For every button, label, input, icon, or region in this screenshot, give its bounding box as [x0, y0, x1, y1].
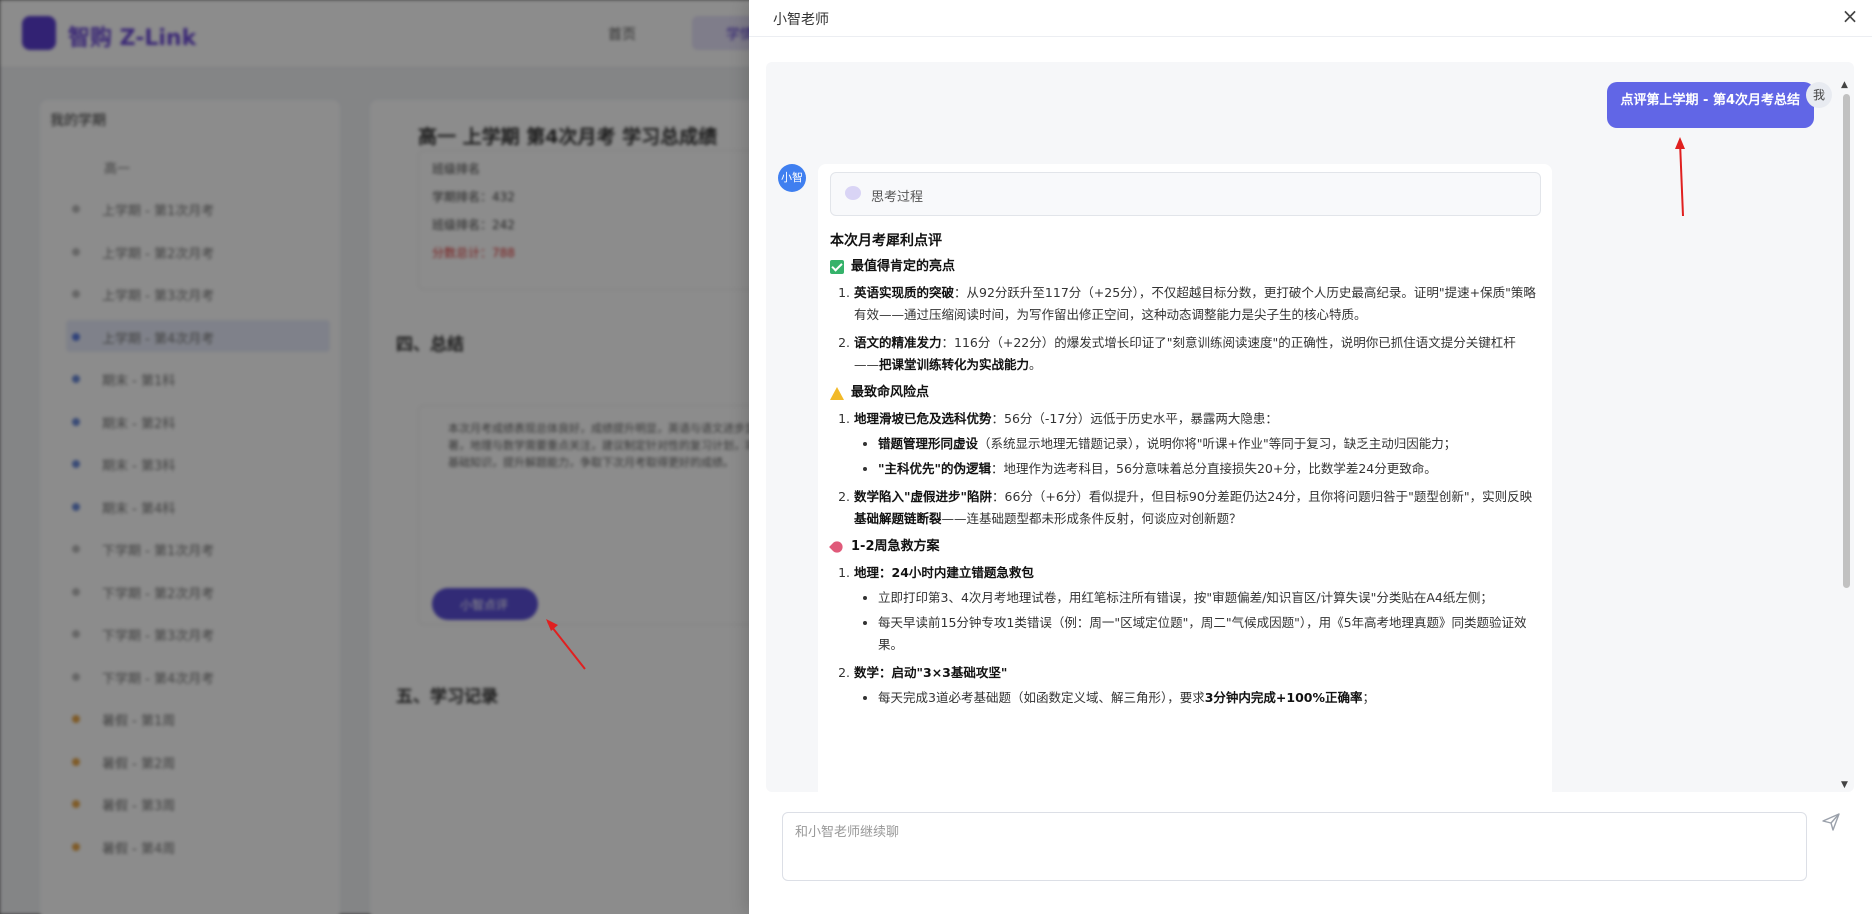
item-text: ：地理作为选考科目，56分意味着总分直接损失20+分，比数学差24分更致命。: [991, 461, 1437, 476]
list-item: 英语实现质的突破：从92分跃升至117分（+25分），不仅超越目标分数，更打破个…: [854, 282, 1540, 326]
send-icon[interactable]: [1821, 812, 1841, 832]
drawer-title: 小智老师: [773, 12, 829, 28]
item-text: 。: [1029, 357, 1042, 372]
section-risks-title: 最致命风险点: [851, 385, 930, 400]
section-rescue-plan: 1-2周急救方案: [829, 536, 1540, 558]
check-mark-icon: [830, 260, 844, 274]
rocket-icon: [829, 539, 845, 555]
sub-list-item: "主科优先"的伪逻辑：地理作为选考科目，56分意味着总分直接损失20+分，比数学…: [878, 458, 1540, 480]
highlights-list: 英语实现质的突破：从92分跃升至117分（+25分），不仅超越目标分数，更打破个…: [830, 282, 1540, 376]
item-text: （系统显示地理无错题记录），说明你将"听课+作业"等同于复习，缺乏主动归因能力；: [978, 436, 1457, 451]
thinking-process-toggle[interactable]: 思考过程: [830, 172, 1541, 216]
list-item: 语文的精准发力：116分（+22分）的爆发式增长印证了"刻意训练阅读速度"的正确…: [854, 332, 1540, 376]
ai-message-content: 本次月考犀利点评 最值得肯定的亮点 英语实现质的突破：从92分跃升至117分（+…: [829, 230, 1540, 709]
item-text: 每天完成3道必考基础题（如函数定义域、解三角形），要求: [878, 690, 1205, 705]
user-message-text: 点评第上学期 - 第4次月考总结: [1620, 93, 1801, 108]
review-heading: 本次月考犀利点评: [830, 233, 942, 249]
section-highlights: 最值得肯定的亮点: [830, 256, 1540, 278]
risks-list: 地理滑坡已危及选科优势：56分（-17分）远低于历史水平，暴露两大隐患： 错题管…: [830, 408, 1540, 530]
sub-list-item: 立即打印第3、4次月考地理试卷，用红笔标注所有错误，按"审题偏差/知识盲区/计算…: [878, 587, 1540, 609]
item-text: ：56分（-17分）远低于历史水平，暴露两大隐患：: [991, 411, 1278, 426]
thinking-process-label: 思考过程: [871, 190, 924, 205]
user-avatar: 我: [1806, 82, 1832, 108]
item-bold: 数学陷入"虚假进步"陷阱: [854, 489, 993, 504]
item-text: ——连基础题型都未形成条件反射，何谈应对创新题？: [941, 511, 1242, 526]
chat-input[interactable]: [783, 813, 1806, 880]
ai-message-card: 思考过程 本次月考犀利点评 最值得肯定的亮点 英语实现质的突破：从92分跃升至1…: [818, 164, 1552, 792]
scroll-up-arrow-icon[interactable]: ▲: [1841, 80, 1848, 90]
sub-list-item: 错题管理形同虚设（系统显示地理无错题记录），说明你将"听课+作业"等同于复习，缺…: [878, 433, 1540, 455]
sub-list-item: 每天早读前15分钟专攻1类错误（例：周一"区域定位题"，周二"气候成因题"），用…: [878, 612, 1540, 656]
close-icon[interactable]: ×: [1838, 4, 1862, 28]
rescue-list: 地理：24小时内建立错题急救包 立即打印第3、4次月考地理试卷，用红笔标注所有错…: [830, 562, 1540, 709]
item-text: ：从92分跃升至117分（+25分），不仅超越目标分数，更打破个人历史最高纪录。…: [854, 285, 1536, 322]
item-bold: 英语实现质的突破: [854, 285, 955, 300]
item-bold: 把课堂训练转化为实战能力: [879, 357, 1030, 372]
chat-scrollbar[interactable]: ▲ ▼: [1838, 80, 1854, 790]
item-bold: "主科优先"的伪逻辑: [878, 461, 992, 476]
list-item: 数学：启动"3×3基础攻坚" 每天完成3道必考基础题（如函数定义域、解三角形），…: [854, 662, 1540, 709]
list-item: 数学陷入"虚假进步"陷阱：66分（+6分）看似提升，但目标90分差距仍达24分，…: [854, 486, 1540, 530]
warning-icon: [830, 386, 844, 400]
sub-list-item: 每天完成3道必考基础题（如函数定义域、解三角形），要求3分钟内完成+100%正确…: [878, 687, 1540, 709]
item-bold: 数学：启动"3×3基础攻坚": [854, 665, 1008, 680]
chat-message-area[interactable]: 点评第上学期 - 第4次月考总结 我 小智 思考过程 本次月考犀利点评 最值得肯…: [766, 62, 1854, 792]
section-rescue-title: 1-2周急救方案: [851, 539, 940, 554]
item-bold: 语文的精准发力: [854, 335, 942, 350]
sub-list: 立即打印第3、4次月考地理试卷，用红笔标注所有错误，按"审题偏差/知识盲区/计算…: [854, 587, 1540, 656]
item-bold: 地理滑坡已危及选科优势: [854, 411, 992, 426]
item-bold: 基础解题链断裂: [854, 511, 942, 526]
sub-list: 每天完成3道必考基础题（如函数定义域、解三角形），要求3分钟内完成+100%正确…: [854, 687, 1540, 709]
user-message-bubble: 点评第上学期 - 第4次月考总结: [1606, 82, 1814, 128]
item-text: ；: [1362, 690, 1376, 705]
scrollbar-thumb[interactable]: [1843, 94, 1850, 588]
chat-drawer: 小智老师 × 点评第上学期 - 第4次月考总结 我 小智 思考过程 本次月考犀利…: [749, 0, 1872, 914]
item-bold: 地理：24小时内建立错题急救包: [854, 565, 1034, 580]
drawer-header: 小智老师 ×: [749, 0, 1872, 37]
thought-bubble-icon: [845, 186, 861, 200]
scroll-down-arrow-icon[interactable]: ▼: [1841, 780, 1848, 790]
item-bold: 错题管理形同虚设: [878, 436, 979, 451]
section-risks: 最致命风险点: [830, 382, 1540, 404]
item-bold: 3分钟内完成+100%正确率: [1204, 690, 1363, 705]
list-item: 地理滑坡已危及选科优势：56分（-17分）远低于历史水平，暴露两大隐患： 错题管…: [854, 408, 1540, 480]
ai-avatar: 小智: [778, 164, 806, 192]
item-text: ：66分（+6分）看似提升，但目标90分差距仍达24分，且你将问题归咎于"题型创…: [992, 489, 1533, 504]
chat-input-box: [782, 812, 1807, 881]
list-item: 地理：24小时内建立错题急救包 立即打印第3、4次月考地理试卷，用红笔标注所有错…: [854, 562, 1540, 656]
sub-list: 错题管理形同虚设（系统显示地理无错题记录），说明你将"听课+作业"等同于复习，缺…: [854, 433, 1540, 480]
section-highlights-title: 最值得肯定的亮点: [851, 259, 956, 274]
